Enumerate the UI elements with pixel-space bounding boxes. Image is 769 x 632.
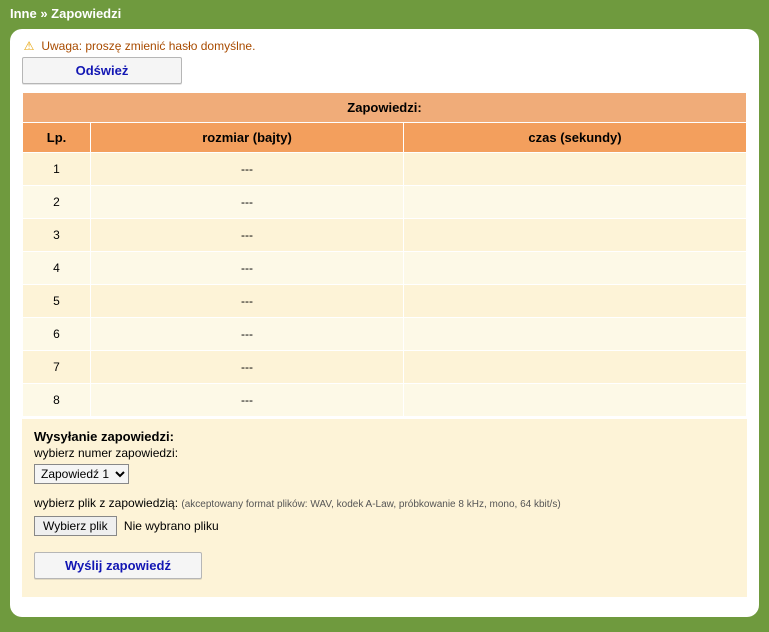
upload-section: Wysyłanie zapowiedzi: wybierz numer zapo… xyxy=(22,419,747,597)
table-row: 6--- xyxy=(23,318,746,350)
table-title: Zapowiedzi: xyxy=(23,93,746,122)
cell-time xyxy=(404,219,746,251)
cell-size: --- xyxy=(91,285,403,317)
cell-time xyxy=(404,351,746,383)
cell-lp: 4 xyxy=(23,252,90,284)
table-row: 5--- xyxy=(23,285,746,317)
cell-size: --- xyxy=(91,252,403,284)
cell-lp: 5 xyxy=(23,285,90,317)
cell-lp: 7 xyxy=(23,351,90,383)
table-row: 3--- xyxy=(23,219,746,251)
cell-size: --- xyxy=(91,186,403,218)
table-row: 4--- xyxy=(23,252,746,284)
send-button[interactable]: Wyślij zapowiedź xyxy=(34,552,202,579)
cell-size: --- xyxy=(91,219,403,251)
cell-lp: 6 xyxy=(23,318,90,350)
file-status: Nie wybrano pliku xyxy=(124,519,219,533)
file-label: wybierz plik z zapowiedzią: xyxy=(34,496,178,510)
refresh-button[interactable]: Odśwież xyxy=(22,57,182,84)
cell-time xyxy=(404,186,746,218)
cell-size: --- xyxy=(91,384,403,416)
col-header-time: czas (sekundy) xyxy=(404,123,746,152)
table-row: 8--- xyxy=(23,384,746,416)
table-row: 1--- xyxy=(23,153,746,185)
warning-text: Uwaga: proszę zmienić hasło domyślne. xyxy=(41,39,255,53)
cell-time xyxy=(404,318,746,350)
cell-time xyxy=(404,285,746,317)
cell-lp: 2 xyxy=(23,186,90,218)
select-label: wybierz numer zapowiedzi: xyxy=(34,446,735,460)
cell-lp: 3 xyxy=(23,219,90,251)
cell-size: --- xyxy=(91,351,403,383)
col-header-size: rozmiar (bajty) xyxy=(91,123,403,152)
cell-size: --- xyxy=(91,318,403,350)
announcements-table: Zapowiedzi: Lp. rozmiar (bajty) czas (se… xyxy=(22,92,747,417)
cell-time xyxy=(404,153,746,185)
col-header-lp: Lp. xyxy=(23,123,90,152)
cell-lp: 1 xyxy=(23,153,90,185)
cell-size: --- xyxy=(91,153,403,185)
choose-file-button[interactable]: Wybierz plik xyxy=(34,516,117,536)
upload-title: Wysyłanie zapowiedzi: xyxy=(34,429,735,444)
breadcrumb: Inne » Zapowiedzi xyxy=(0,0,769,29)
main-panel: ⚠ Uwaga: proszę zmienić hasło domyślne. … xyxy=(10,29,759,617)
table-row: 7--- xyxy=(23,351,746,383)
cell-time xyxy=(404,384,746,416)
cell-lp: 8 xyxy=(23,384,90,416)
cell-time xyxy=(404,252,746,284)
file-hint: (akceptowany format plików: WAV, kodek A… xyxy=(181,499,560,510)
table-row: 2--- xyxy=(23,186,746,218)
warning-icon: ⚠ xyxy=(22,39,36,53)
announcement-number-select[interactable]: Zapowiedź 1 xyxy=(34,464,129,484)
warning-message: ⚠ Uwaga: proszę zmienić hasło domyślne. xyxy=(22,39,747,53)
